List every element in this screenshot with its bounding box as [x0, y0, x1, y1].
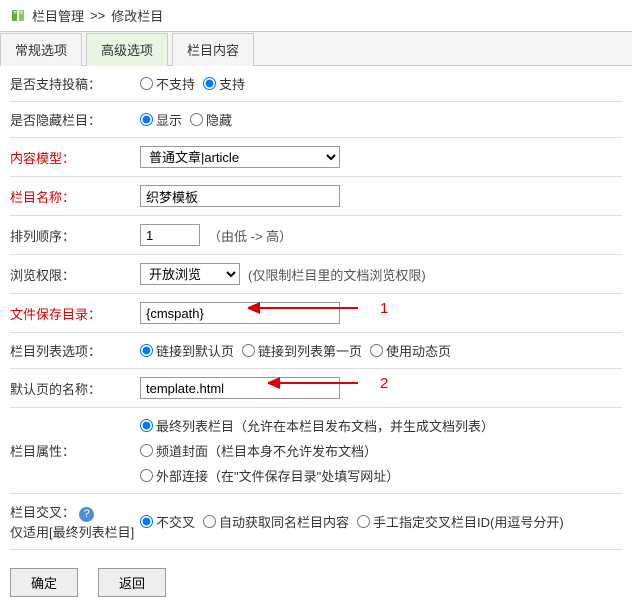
radio-listopt-2[interactable]: 使用动态页 — [370, 341, 451, 360]
help-icon[interactable]: ? — [79, 507, 94, 522]
hint-browse: (仅限制栏目里的文档浏览权限) — [248, 265, 426, 284]
ok-button[interactable]: 确定 — [10, 568, 78, 597]
breadcrumb-title: 栏目管理 — [32, 6, 84, 25]
select-model[interactable]: 普通文章|article — [140, 146, 340, 168]
breadcrumb-sep: >> — [90, 8, 105, 23]
input-defpage[interactable] — [140, 377, 340, 399]
hint-order: （由低 -> 高） — [208, 226, 292, 245]
radio-hidden-hide[interactable]: 隐藏 — [190, 110, 232, 129]
radio-submit-no[interactable]: 不支持 — [140, 74, 195, 93]
radio-cross-2[interactable]: 手工指定交叉栏目ID(用逗号分开) — [357, 512, 564, 531]
label-colprop: 栏目属性： — [10, 441, 140, 460]
radio-listopt-0[interactable]: 链接到默认页 — [140, 341, 234, 360]
form-body: 是否支持投稿： 不支持 支持 是否隐藏栏目： 显示 隐藏 内容模型： 普通文章|… — [0, 66, 632, 560]
radio-submit-yes[interactable]: 支持 — [203, 74, 245, 93]
back-button[interactable]: 返回 — [98, 568, 166, 597]
radio-listopt-1[interactable]: 链接到列表第一页 — [242, 341, 362, 360]
radio-cross-1[interactable]: 自动获取同名栏目内容 — [203, 512, 349, 531]
annotation-num-2: 2 — [380, 375, 388, 392]
label-listopt: 栏目列表选项： — [10, 341, 140, 360]
label-order: 排列顺序： — [10, 226, 140, 245]
tab-advanced[interactable]: 高级选项 — [86, 33, 168, 66]
radio-colprop-2[interactable]: 外部连接（在"文件保存目录"处填写网址） — [140, 466, 399, 485]
select-browse[interactable]: 开放浏览 — [140, 263, 240, 285]
radio-hidden-show[interactable]: 显示 — [140, 110, 182, 129]
label-cross: 栏目交叉：? 仅适用[最终列表栏目] — [10, 502, 140, 541]
annotation-num-1: 1 — [380, 300, 388, 317]
tab-general[interactable]: 常规选项 — [0, 33, 82, 66]
label-cross-sub: 仅适用[最终列表栏目] — [10, 525, 134, 540]
label-hidden: 是否隐藏栏目： — [10, 110, 140, 129]
label-savedir: 文件保存目录： — [10, 304, 140, 323]
label-model: 内容模型： — [10, 148, 140, 167]
button-bar: 确定 返回 — [0, 560, 632, 605]
input-order[interactable] — [140, 224, 200, 246]
input-savedir[interactable] — [140, 302, 340, 324]
label-colname: 栏目名称： — [10, 187, 140, 206]
label-defpage: 默认页的名称： — [10, 379, 140, 398]
radio-cross-0[interactable]: 不交叉 — [140, 512, 195, 531]
input-colname[interactable] — [140, 185, 340, 207]
radio-colprop-0[interactable]: 最终列表栏目（允许在本栏目发布文档，并生成文档列表） — [140, 416, 494, 435]
tab-bar: 常规选项 高级选项 栏目内容 — [0, 32, 632, 66]
tab-content[interactable]: 栏目内容 — [172, 33, 254, 66]
breadcrumb: 栏目管理 >> 修改栏目 — [0, 0, 632, 32]
label-browse: 浏览权限： — [10, 265, 140, 284]
radio-colprop-1[interactable]: 频道封面（栏目本身不允许发布文档） — [140, 441, 377, 460]
label-submit: 是否支持投稿： — [10, 74, 140, 93]
book-icon — [10, 8, 26, 24]
breadcrumb-current: 修改栏目 — [111, 6, 163, 25]
